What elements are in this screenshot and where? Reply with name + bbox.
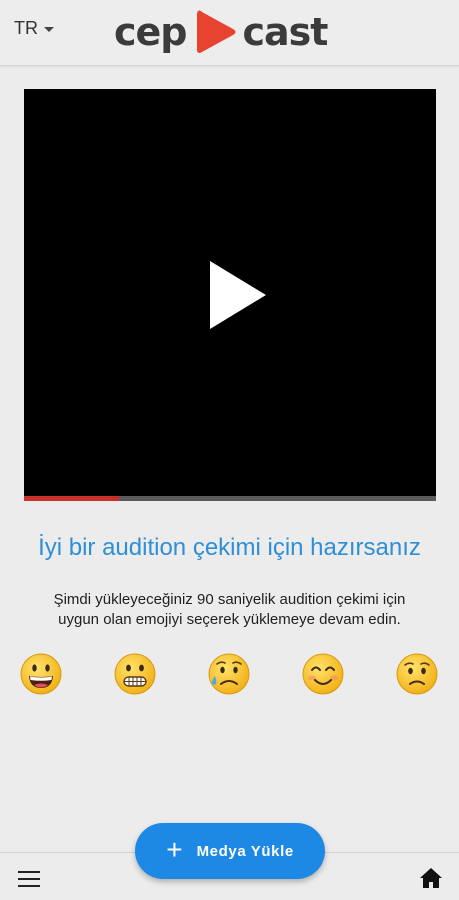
page-title: İyi bir audition çekimi için hazırsanız	[38, 534, 421, 561]
chevron-down-icon	[44, 27, 54, 32]
home-icon[interactable]	[419, 867, 443, 889]
worried-face-icon[interactable]	[395, 652, 439, 696]
language-label: TR	[14, 18, 38, 38]
upload-media-label: Medya Yükle	[196, 842, 294, 860]
grinning-face-icon[interactable]	[19, 652, 63, 696]
instruction-text: Şimdi yükleyeceğiniz 90 saniyelik auditi…	[53, 591, 406, 628]
video-player[interactable]	[24, 89, 436, 501]
logo-text-right: cast	[242, 10, 329, 54]
logo-text-left: cep	[114, 10, 187, 54]
grimacing-face-icon[interactable]	[113, 652, 157, 696]
play-icon[interactable]	[210, 261, 266, 329]
smiling-face-icon[interactable]	[301, 652, 345, 696]
language-selector[interactable]: TR	[14, 18, 54, 39]
app-header: TR cep cast	[0, 0, 459, 66]
sad-but-relieved-face-icon[interactable]	[207, 652, 251, 696]
video-progress-fill	[24, 496, 119, 501]
app-logo: cep cast	[114, 4, 329, 60]
video-progress-bar[interactable]	[24, 496, 436, 501]
menu-icon[interactable]	[18, 871, 40, 887]
upload-media-button[interactable]: + Medya Yükle	[135, 823, 325, 879]
plus-icon: +	[166, 834, 183, 865]
logo-play-mark-icon	[196, 10, 235, 53]
